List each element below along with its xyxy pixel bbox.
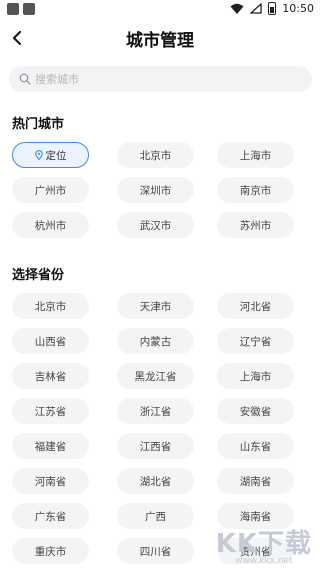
hot-city-chip[interactable]: 杭州市 <box>12 212 89 238</box>
province-chip[interactable]: 河南省 <box>12 468 89 494</box>
battery-icon <box>268 2 277 15</box>
province-chip[interactable]: 重庆市 <box>12 538 89 564</box>
page-title: 城市管理 <box>126 31 194 51</box>
province-chip[interactable]: 河北省 <box>217 293 294 319</box>
wifi-icon <box>230 3 244 14</box>
watermark: KK下载 www.kkx.net <box>216 523 312 566</box>
province-chip[interactable]: 广西 <box>117 503 194 529</box>
hot-city-chip[interactable]: 苏州市 <box>217 212 294 238</box>
notification-icon <box>7 3 19 15</box>
header: 城市管理 <box>0 18 320 58</box>
status-time: 10:50 <box>282 2 314 15</box>
locate-label: 定位 <box>45 149 67 162</box>
province-chip[interactable]: 黑龙江省 <box>117 363 194 389</box>
province-chip[interactable]: 天津市 <box>117 293 194 319</box>
search-bar[interactable] <box>9 66 312 92</box>
province-chip[interactable]: 山东省 <box>217 433 294 459</box>
provinces-heading: 选择省份 <box>12 268 65 283</box>
notification-icon <box>23 3 35 15</box>
status-bar: 10:50 <box>0 0 320 18</box>
province-chip[interactable]: 浙江省 <box>117 398 194 424</box>
location-pin-icon <box>34 150 43 160</box>
province-chip[interactable]: 湖北省 <box>117 468 194 494</box>
province-chip[interactable]: 湖南省 <box>217 468 294 494</box>
hot-city-chip[interactable]: 上海市 <box>217 142 294 168</box>
province-chip[interactable]: 吉林省 <box>12 363 89 389</box>
province-chip[interactable]: 安徽省 <box>217 398 294 424</box>
province-chip[interactable]: 福建省 <box>12 433 89 459</box>
hot-cities-heading: 热门城市 <box>12 117 65 132</box>
hot-city-chip[interactable]: 深圳市 <box>117 177 194 203</box>
watermark-brand: KK下载 <box>215 529 312 559</box>
notification-icons <box>7 3 35 15</box>
province-chip[interactable]: 北京市 <box>12 293 89 319</box>
hot-city-chip[interactable]: 北京市 <box>117 142 194 168</box>
province-chip[interactable]: 广东省 <box>12 503 89 529</box>
province-chip[interactable]: 江西省 <box>117 433 194 459</box>
search-input[interactable] <box>35 72 275 86</box>
province-chip[interactable]: 江苏省 <box>12 398 89 424</box>
province-chip[interactable]: 辽宁省 <box>217 328 294 354</box>
province-chip[interactable]: 上海市 <box>217 363 294 389</box>
hot-city-chip[interactable]: 广州市 <box>12 177 89 203</box>
search-icon <box>19 73 31 85</box>
province-chip[interactable]: 内蒙古 <box>117 328 194 354</box>
hot-city-chip[interactable]: 武汉市 <box>117 212 194 238</box>
signal-icon <box>250 3 262 14</box>
locate-button[interactable]: 定位 <box>12 142 89 168</box>
hot-city-chip[interactable]: 南京市 <box>217 177 294 203</box>
status-icons: 10:50 <box>230 2 314 15</box>
province-chip[interactable]: 四川省 <box>117 538 194 564</box>
province-chip[interactable]: 山西省 <box>12 328 89 354</box>
